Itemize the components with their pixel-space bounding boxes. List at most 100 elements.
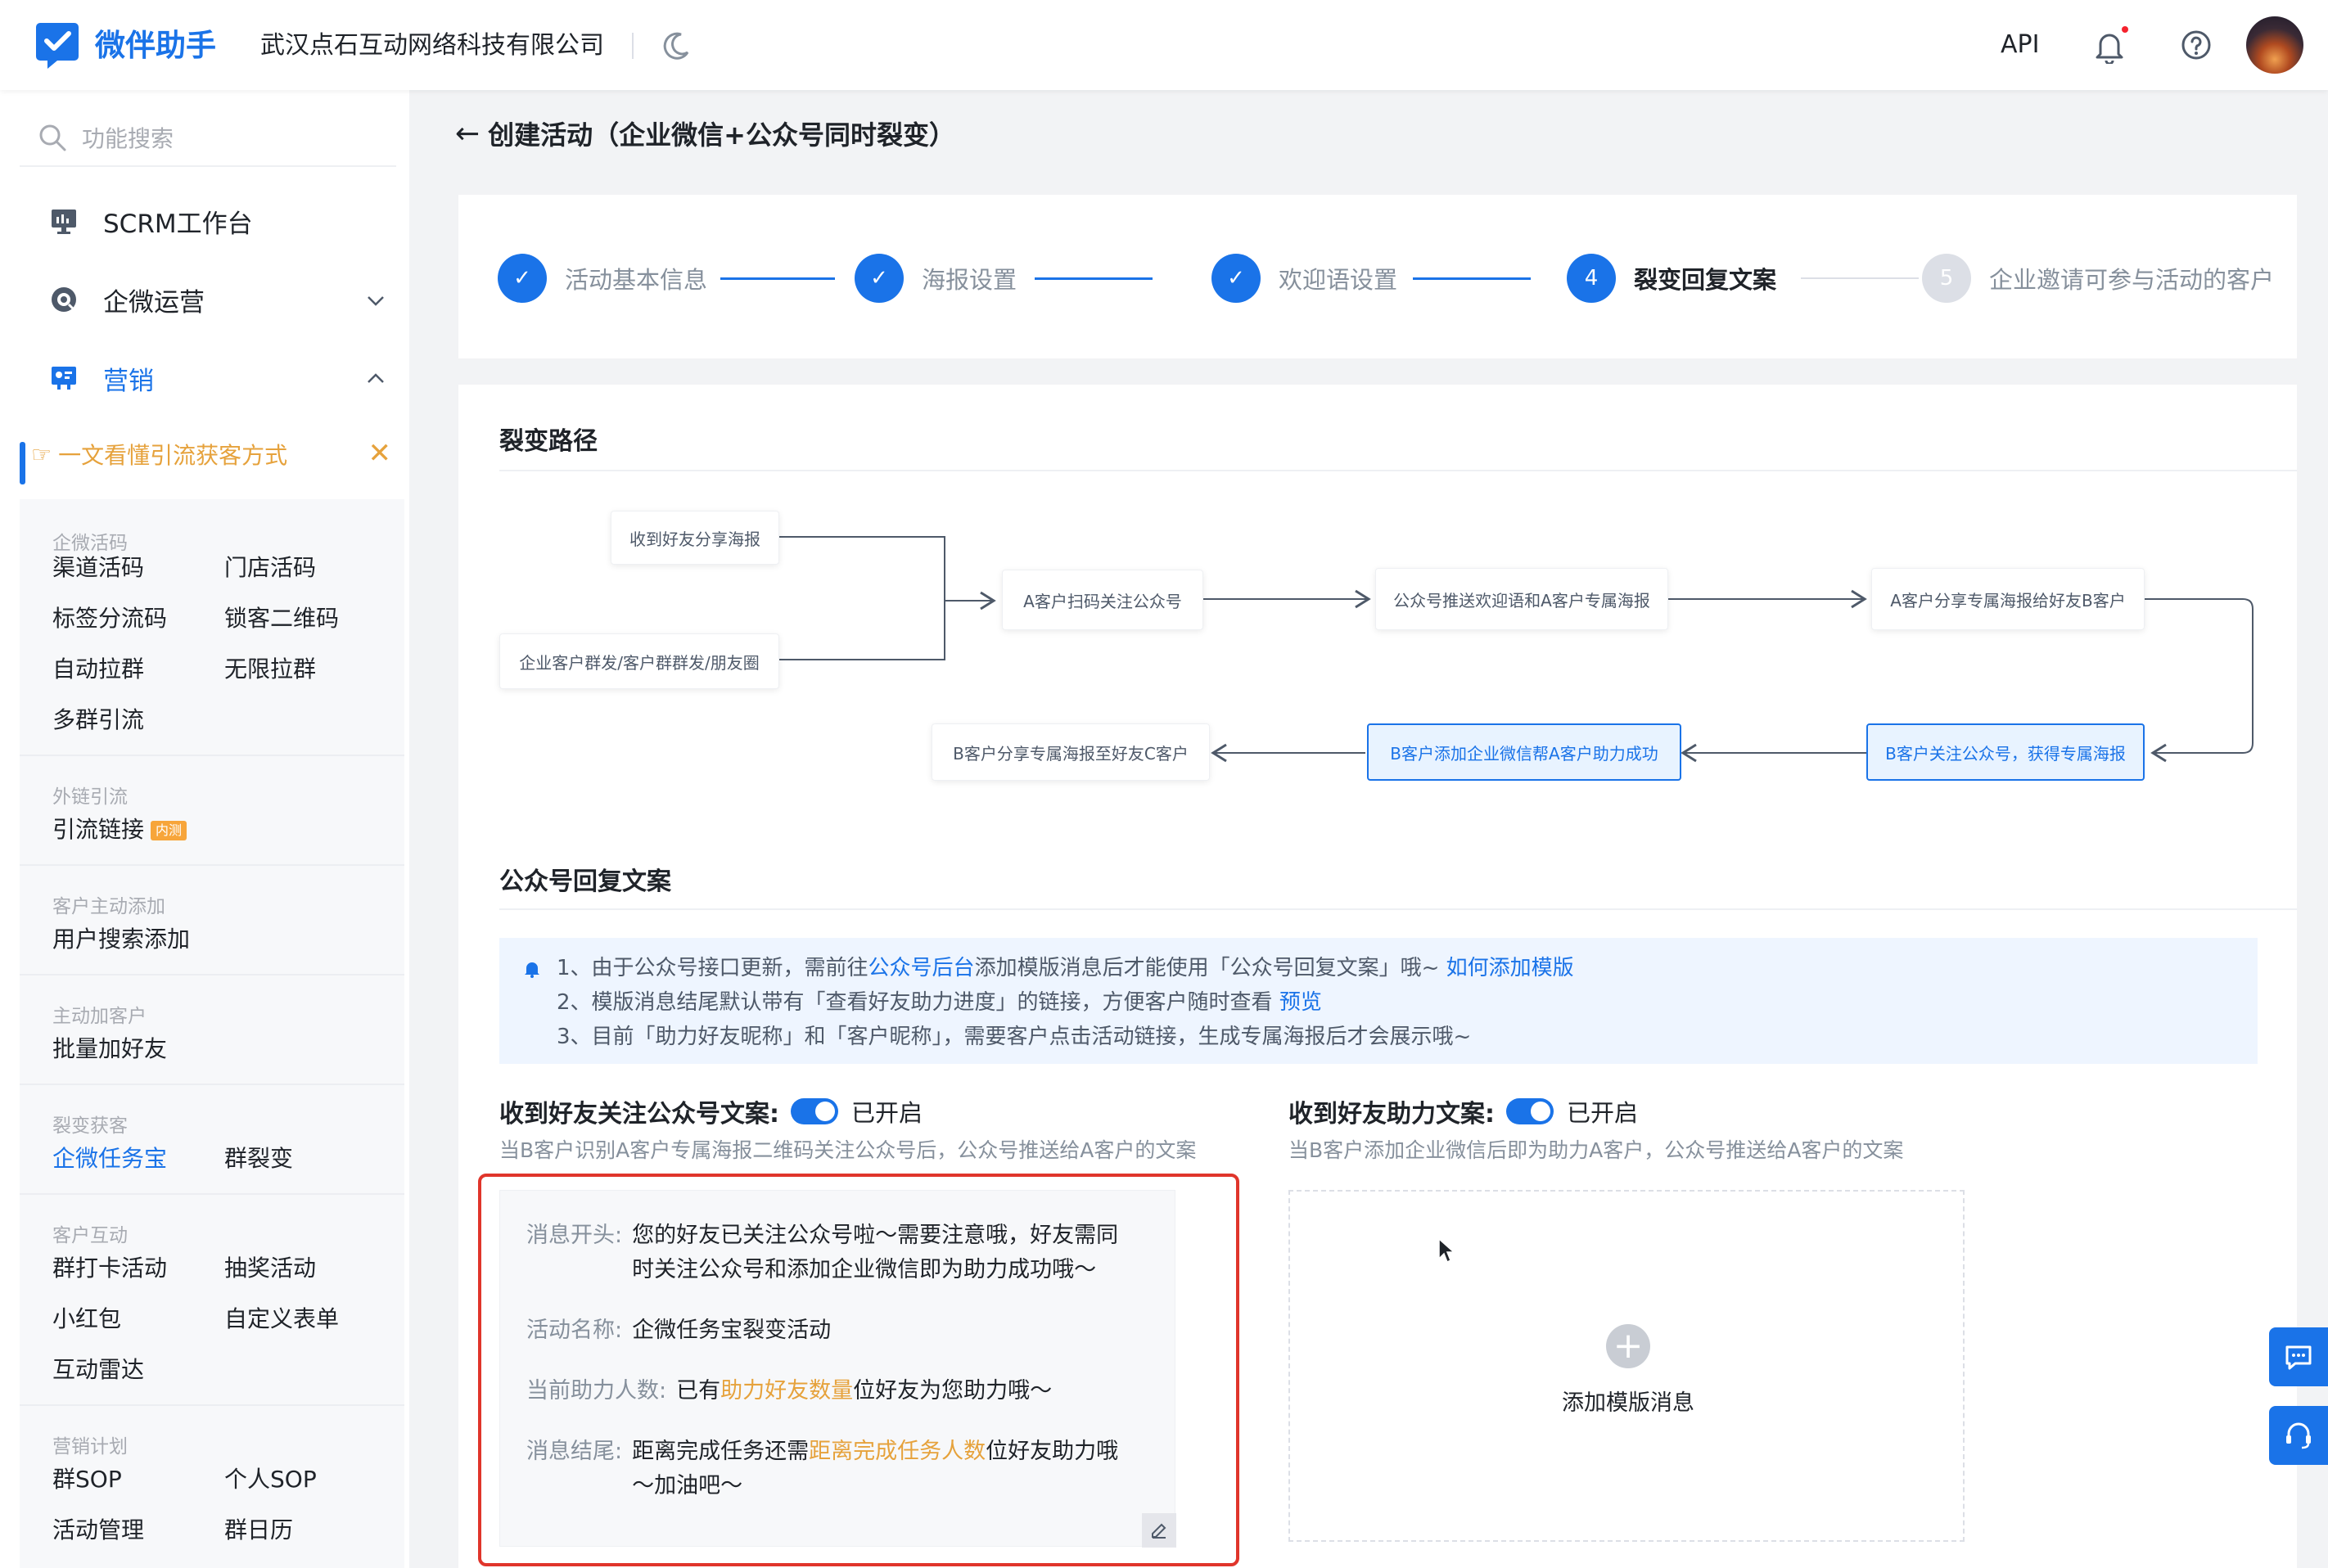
check-icon: ✓ (855, 254, 904, 303)
search-underline (20, 165, 396, 167)
group-title: 客户互动 (52, 1225, 128, 1246)
flow-node-highlight: B客户关注公众号，获得专属海报 (1866, 723, 2145, 781)
group-divider (20, 755, 404, 756)
step-label: 裂变回复文案 (1634, 266, 1777, 294)
step-label: 企业邀请可参与活动的客户 (1989, 266, 2275, 294)
submenu-item[interactable]: 批量加好友 (52, 1031, 167, 1064)
mouse-cursor-icon (1438, 1237, 1455, 1264)
assist-toggle[interactable] (1506, 1098, 1554, 1124)
support-float-button[interactable] (2269, 1406, 2328, 1465)
flow-node: A客户扫码关注公众号 (1002, 570, 1203, 630)
marketing-submenu: 企微活码 渠道活码 门店活码 标签分流码 锁客二维码 自动拉群 无限拉群 多群引… (20, 499, 404, 1568)
submenu-item[interactable]: 多群引流 (52, 702, 144, 735)
mp-backend-link[interactable]: 公众号后台 (868, 956, 975, 980)
group-title: 客户主动添加 (52, 896, 165, 917)
submenu-item[interactable]: 群SOP (52, 1462, 122, 1494)
step-4[interactable]: 4 裂变回复文案 (1567, 254, 1776, 303)
steps-card: ✓ 活动基本信息 ✓ 海报设置 ✓ 欢迎语设置 4 裂变回复文案 5 企业邀请可… (458, 195, 2297, 358)
user-avatar[interactable] (2246, 16, 2303, 74)
group-divider (20, 1404, 404, 1406)
page-title-bar: ← 创建活动（企业微信+公众号同时裂变） (455, 115, 955, 152)
group-title: 主动加客户 (52, 1006, 147, 1027)
submenu-item[interactable]: 群打卡活动 (52, 1250, 167, 1283)
submenu-item[interactable]: 个人SOP (224, 1462, 317, 1494)
notice-line-2: 2、模版消息结尾默认带有「查看好友助力进度」的链接，方便客户随时查看 预览 (557, 985, 1322, 1016)
top-bar: 微伴助手 武汉点石互动网络科技有限公司 API (0, 0, 2328, 90)
follow-config-header: 收到好友关注公众号文案: 已开启 (499, 1093, 923, 1129)
nav-item-scrm-workbench[interactable]: SCRM工作台 (20, 188, 404, 254)
submenu-item[interactable]: 互动雷达 (52, 1352, 144, 1385)
flow-node: A客户分享专属海报给好友B客户 (1871, 568, 2145, 630)
step-connector (720, 277, 835, 280)
close-icon[interactable]: ✕ (368, 437, 392, 470)
promo-banner[interactable]: ☞ 一文看懂引流获客方式 ✕ (20, 417, 404, 491)
help-icon[interactable] (2181, 29, 2212, 61)
flow-node: 收到好友分享海报 (611, 511, 779, 565)
plus-icon[interactable]: + (1606, 1324, 1650, 1368)
marketing-icon (52, 367, 76, 390)
submenu-item[interactable]: 自动拉群 (52, 651, 144, 684)
chat-icon (52, 287, 76, 312)
promo-text: 一文看懂引流获客方式 (58, 442, 288, 469)
how-to-add-template-link[interactable]: 如何添加模版 (1446, 956, 1574, 980)
submenu-item[interactable]: 群裂变 (224, 1141, 293, 1174)
company-name[interactable]: 武汉点石互动网络科技有限公司 (260, 23, 604, 69)
step-3[interactable]: ✓ 欢迎语设置 (1211, 254, 1397, 303)
moon-icon[interactable] (660, 29, 693, 62)
group-title: 外链引流 (52, 786, 128, 808)
flow-node-highlight: B客户添加企业微信帮A客户助力成功 (1367, 723, 1681, 781)
feature-search-input[interactable] (82, 118, 377, 159)
step-label: 海报设置 (922, 266, 1017, 294)
step-1[interactable]: ✓ 活动基本信息 (498, 254, 707, 303)
check-icon: ✓ (498, 254, 547, 303)
nav-label: 企微运营 (103, 287, 205, 318)
page-title: 创建活动（企业微信+公众号同时裂变） (488, 119, 955, 151)
add-template-label: 添加模版消息 (1562, 1390, 1694, 1416)
notice-text: 2、模版消息结尾默认带有「查看好友助力进度」的链接，方便客户随时查看 (557, 990, 1279, 1015)
group-title: 裂变获客 (52, 1115, 128, 1137)
submenu-item[interactable]: 群日历 (224, 1512, 293, 1545)
chat-float-button[interactable] (2269, 1327, 2328, 1386)
reply-section-title: 公众号回复文案 (499, 867, 671, 896)
group-divider (20, 1193, 404, 1195)
assist-config-desc: 当B客户添加企业微信后即为助力A客户，公众号推送给A客户的文案 (1288, 1138, 1904, 1162)
submenu-item[interactable]: 自定义表单 (224, 1301, 339, 1334)
submenu-item[interactable]: 无限拉群 (224, 651, 316, 684)
toggle-status: 已开启 (1567, 1099, 1639, 1127)
notice-line-3: 3、目前「助力好友昵称」和「客户昵称」，需要客户点击活动链接，生成专属海报后才会… (557, 1025, 1472, 1049)
nav-item-marketing[interactable]: 营销 (20, 345, 404, 411)
bell-icon[interactable] (2092, 28, 2127, 64)
preview-link[interactable]: 预览 (1279, 990, 1322, 1015)
notice-line-1: 1、由于公众号接口更新，需前往公众号后台添加模版消息后才能使用「公众号回复文案」… (557, 951, 1574, 981)
submenu-item[interactable]: 门店活码 (224, 550, 316, 583)
step-number: 5 (1922, 254, 1971, 303)
submenu-item[interactable]: 活动管理 (52, 1512, 144, 1545)
submenu-item[interactable]: 锁客二维码 (224, 601, 339, 633)
bell-icon (525, 962, 539, 978)
flow-node: 公众号推送欢迎语和A客户专属海报 (1375, 568, 1668, 630)
step-label: 活动基本信息 (565, 266, 708, 294)
api-link[interactable]: API (2001, 25, 2039, 65)
submenu-item[interactable]: 用户搜索添加 (52, 921, 190, 954)
submenu-item[interactable]: 渠道活码 (52, 550, 144, 583)
step-number: 4 (1567, 254, 1616, 303)
step-5[interactable]: 5 企业邀请可参与活动的客户 (1922, 254, 2274, 303)
step-connector (1801, 277, 1919, 279)
nav-item-wecom-ops[interactable]: 企微运营 (20, 267, 404, 332)
step-connector (1413, 277, 1531, 280)
assist-config-header: 收到好友助力文案: 已开启 (1288, 1093, 1638, 1129)
follow-toggle[interactable] (791, 1098, 838, 1124)
submenu-item[interactable]: 抽奖活动 (224, 1250, 316, 1283)
submenu-item-active[interactable]: 企微任务宝 (52, 1141, 167, 1174)
submenu-item[interactable]: 标签分流码 (52, 601, 167, 633)
step-connector (1035, 277, 1153, 280)
add-template-box[interactable]: + 添加模版消息 (1288, 1190, 1965, 1542)
submenu-item[interactable]: 小红包 (52, 1301, 121, 1334)
flow-node: B客户分享专属海报至好友C客户 (932, 723, 1210, 781)
header-divider (632, 33, 634, 59)
monitor-icon (52, 210, 76, 234)
submenu-item-link[interactable]: 引流链接 内测 (52, 812, 187, 845)
step-2[interactable]: ✓ 海报设置 (855, 254, 1017, 303)
notification-dot (2122, 26, 2128, 33)
back-arrow-icon[interactable]: ← (455, 117, 480, 151)
